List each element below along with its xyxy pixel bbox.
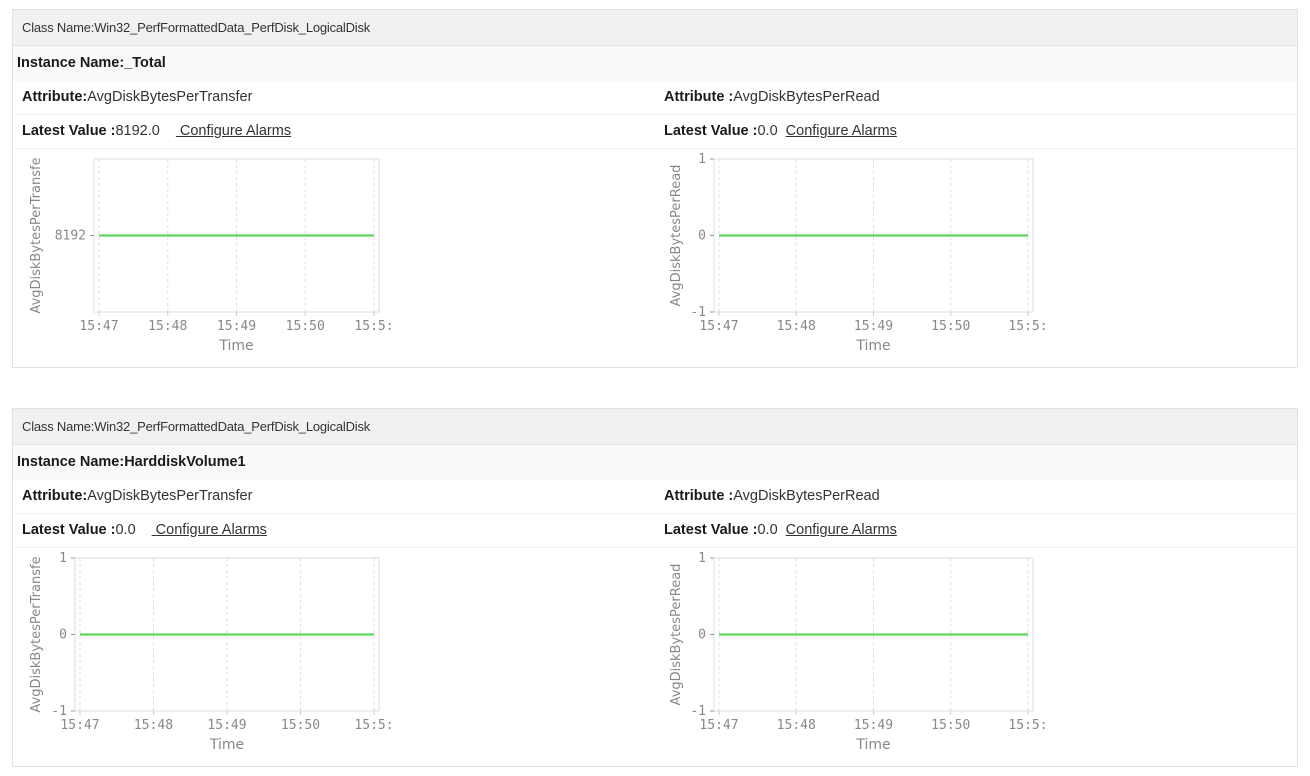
- latest-value-row: Latest Value :8192.0 Configure Alarms La…: [13, 115, 1297, 149]
- y-axis-title: AvgDiskBytesPerRead: [669, 165, 684, 307]
- attribute-label: Attribute :: [664, 488, 734, 504]
- x-tick-label: 15:50: [286, 319, 325, 334]
- configure-alarms-link[interactable]: Configure Alarms: [786, 522, 897, 538]
- class-name-row: Class Name:Win32_PerfFormattedData_PerfD…: [13, 409, 1297, 445]
- latest-value: 8192.0: [115, 123, 160, 139]
- x-tick-label: 15:5:: [354, 319, 393, 334]
- x-tick-label: 15:49: [207, 718, 246, 733]
- y-tick-label: 8192: [55, 229, 86, 244]
- instance-name-row: Instance Name:_Total: [13, 46, 1297, 81]
- latest-value-label: Latest Value :: [664, 123, 758, 139]
- instance-name-label: Instance Name:: [17, 55, 125, 71]
- latest-value: 0.0: [757, 522, 778, 538]
- latest-right: Latest Value :0.0 Configure Alarms: [664, 514, 897, 547]
- class-name-value: Win32_PerfFormattedData_PerfDisk_Logical…: [94, 20, 371, 35]
- x-tick-label: 15:47: [699, 718, 738, 733]
- attribute-right: Attribute :AvgDiskBytesPerRead: [664, 480, 880, 513]
- y-tick-label: -1: [690, 704, 706, 719]
- y-tick-label: 0: [698, 229, 706, 244]
- latest-value: 0.0: [115, 522, 136, 538]
- class-name-label: Class Name:: [22, 20, 95, 35]
- attribute-label: Attribute:: [22, 488, 88, 504]
- latest-value-label: Latest Value :: [22, 522, 116, 538]
- line-chart-avg-disk-bytes-per-transfer: 15:47 15:48 15:49 15:50 15:5: 1 0 -1 AvgDiskByte…: [29, 551, 394, 753]
- y-tick-label: 0: [59, 628, 67, 643]
- x-tick-label: 15:5:: [1008, 718, 1047, 733]
- y-axis-title: AvgDiskBytesPerTransfe: [29, 556, 44, 712]
- configure-alarms-link[interactable]: Configure Alarms: [176, 123, 291, 139]
- x-tick-label: 15:49: [854, 319, 893, 334]
- y-tick-label: 1: [698, 152, 706, 167]
- line-chart-avg-disk-bytes-per-transfer: 15:47 15:48 15:49 15:50 15:5: 8192 AvgDiskByte…: [29, 157, 394, 354]
- configure-alarms-link[interactable]: Configure Alarms: [786, 123, 897, 139]
- y-axis-title: AvgDiskBytesPerRead: [669, 564, 684, 706]
- perf-panel-total: Class Name:Win32_PerfFormattedData_PerfD…: [12, 9, 1298, 368]
- x-tick-label: 15:5:: [1008, 319, 1047, 334]
- line-chart-avg-disk-bytes-per-read: 15:47 15:48 15:49 15:50 15:5: 1 0 -1 AvgDiskByte…: [669, 551, 1048, 753]
- x-tick-label: 15:49: [217, 319, 256, 334]
- latest-value-label: Latest Value :: [664, 522, 758, 538]
- instance-name-value: _Total: [124, 55, 166, 71]
- x-axis-title: Time: [209, 737, 244, 753]
- line-chart-avg-disk-bytes-per-read: 15:47 15:48 15:49 15:50 15:5: 1 0 -1 AvgDiskByte…: [669, 152, 1048, 354]
- x-tick-label: 15:47: [699, 319, 738, 334]
- x-axis-title: Time: [855, 338, 890, 354]
- attribute-value: AvgDiskBytesPerRead: [733, 488, 880, 504]
- attribute-left: Attribute:AvgDiskBytesPerTransfer: [22, 81, 252, 114]
- x-tick-label: 15:50: [281, 718, 320, 733]
- y-tick-label: 1: [698, 551, 706, 566]
- latest-right: Latest Value :0.0 Configure Alarms: [664, 115, 897, 148]
- y-tick-label: 1: [59, 551, 67, 566]
- attribute-value: AvgDiskBytesPerRead: [733, 89, 880, 105]
- configure-alarms-link[interactable]: Configure Alarms: [152, 522, 267, 538]
- x-tick-label: 15:48: [777, 718, 816, 733]
- x-axis-title: Time: [855, 737, 890, 753]
- y-tick-label: -1: [690, 305, 706, 320]
- latest-value: 0.0: [757, 123, 778, 139]
- class-name-value: Win32_PerfFormattedData_PerfDisk_Logical…: [94, 419, 371, 434]
- x-tick-label: 15:48: [148, 319, 187, 334]
- instance-name-label: Instance Name:: [17, 454, 125, 470]
- instance-name-value: HarddiskVolume1: [124, 454, 246, 470]
- x-tick-label: 15:48: [777, 319, 816, 334]
- attribute-label: Attribute:: [22, 89, 88, 105]
- latest-value-row: Latest Value :0.0 Configure Alarms Lates…: [13, 514, 1297, 548]
- y-tick-label: 0: [698, 628, 706, 643]
- x-tick-label: 15:50: [931, 718, 970, 733]
- attribute-row: Attribute:AvgDiskBytesPerTransfer Attrib…: [13, 480, 1297, 514]
- instance-name-row: Instance Name:HarddiskVolume1: [13, 445, 1297, 480]
- attribute-value: AvgDiskBytesPerTransfer: [87, 89, 253, 105]
- y-axis-title: AvgDiskBytesPerTransfe: [29, 157, 44, 313]
- attribute-value: AvgDiskBytesPerTransfer: [87, 488, 253, 504]
- y-tick-label: -1: [51, 704, 67, 719]
- latest-left: Latest Value :0.0 Configure Alarms: [22, 514, 267, 547]
- x-tick-label: 15:5:: [354, 718, 393, 733]
- x-tick-label: 15:49: [854, 718, 893, 733]
- x-tick-label: 15:48: [134, 718, 173, 733]
- x-tick-label: 15:47: [60, 718, 99, 733]
- x-tick-label: 15:47: [79, 319, 118, 334]
- charts-row: 15:47 15:48 15:49 15:50 15:5: 1 0 -1 AvgDiskByte…: [13, 548, 1297, 766]
- x-tick-label: 15:50: [931, 319, 970, 334]
- attribute-row: Attribute:AvgDiskBytesPerTransfer Attrib…: [13, 81, 1297, 115]
- x-axis-title: Time: [218, 338, 253, 354]
- class-name-label: Class Name:: [22, 419, 95, 434]
- charts-row: 15:47 15:48 15:49 15:50 15:5: 8192 AvgDiskByte…: [13, 149, 1297, 367]
- latest-left: Latest Value :8192.0 Configure Alarms: [22, 115, 291, 148]
- perf-panel-harddisk-volume1: Class Name:Win32_PerfFormattedData_PerfD…: [12, 408, 1298, 767]
- latest-value-label: Latest Value :: [22, 123, 116, 139]
- attribute-right: Attribute :AvgDiskBytesPerRead: [664, 81, 880, 114]
- attribute-left: Attribute:AvgDiskBytesPerTransfer: [22, 480, 252, 513]
- attribute-label: Attribute :: [664, 89, 734, 105]
- class-name-row: Class Name:Win32_PerfFormattedData_PerfD…: [13, 10, 1297, 46]
